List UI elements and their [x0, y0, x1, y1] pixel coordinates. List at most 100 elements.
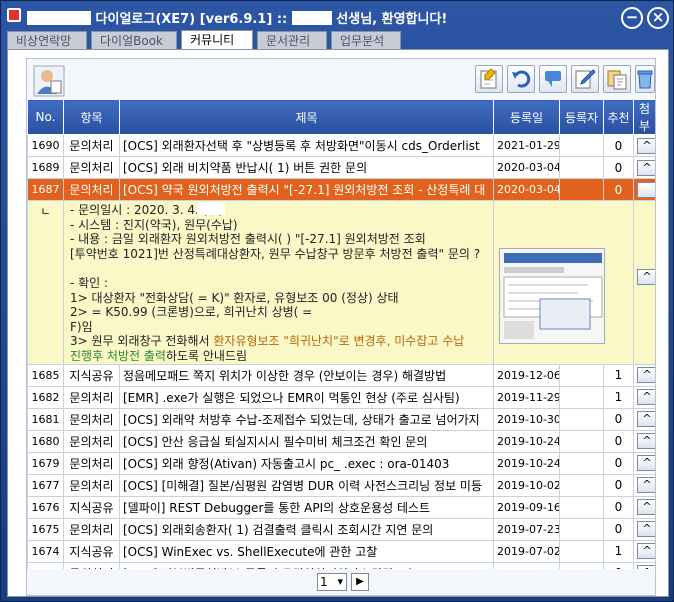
redacted-name	[27, 11, 91, 25]
minimize-button[interactable]: −	[621, 7, 643, 29]
cell-title[interactable]: [OCS] 외래 향정(Ativan) 자동출고시 pc_ .exec : or…	[119, 451, 494, 475]
cell-category: 지식공유	[63, 363, 120, 387]
table-row[interactable]: 1673문의처리[OCS] 사본발급처방( ) 등록시 구강악안면외과 ) 담당…	[27, 561, 655, 569]
cell-likes: 0	[603, 156, 634, 179]
new-post-button[interactable]	[475, 65, 503, 93]
header-title[interactable]: 제목	[119, 99, 494, 135]
tab-dialbook[interactable]: 다이얼Book	[91, 31, 177, 49]
cell-title[interactable]: [OCS] 외래약 처방후 수납-조제접수 되었는데, 상태가 출고로 넘어가지	[119, 407, 494, 431]
title-part-1: 다이얼로그(XE7) [ver6.9.1] ::	[95, 12, 288, 27]
cell-title[interactable]: [OCS] 외래 비치약품 반납시( 1) 버튼 권한 문의	[119, 156, 494, 179]
screenshot-thumbnail-icon	[500, 249, 604, 343]
cell-category: 지식공유	[63, 539, 120, 563]
board-container: No. 항목 제목 등록일 등록자 추천 첨부 1690 문의처리 [OCS] …	[26, 58, 656, 596]
cell-title[interactable]: [OCS] 외래환자선택 후 "상병등록 후 처방화면"이동시 cds_Orde…	[119, 134, 494, 157]
cell-no: 1690	[27, 134, 64, 157]
detail-highlight: 환자유형보조 "희귀난치"로 변경후, 미수잡고 수납	[213, 334, 465, 349]
cell-category: 문의처리	[63, 134, 120, 157]
cell-author	[559, 156, 604, 179]
cell-likes: 0	[603, 134, 634, 157]
table-row[interactable]: 1690 문의처리 [OCS] 외래환자선택 후 "상병등록 후 처방화면"이동…	[27, 134, 655, 157]
cell-author	[559, 451, 604, 475]
cell-no: 1685	[27, 363, 64, 387]
page-select[interactable]: 1 ▾	[317, 573, 347, 591]
cell-likes: 0	[603, 495, 634, 519]
cell-no: 1675	[27, 517, 64, 541]
header-category[interactable]: 항목	[63, 99, 120, 135]
table-row[interactable]: 1675 문의처리 [OCS] 외래회송환자( 1) 검결출력 클릭시 조회시간 지…	[27, 517, 655, 541]
detail-line: F)임	[70, 319, 93, 334]
cell-likes: 0	[603, 451, 634, 475]
undo-button[interactable]	[507, 65, 535, 93]
cell-date: 2019-10-02	[493, 473, 560, 497]
cell-date: 2019-06-19	[493, 561, 560, 569]
header-no[interactable]: No.	[27, 99, 64, 135]
tab-documents[interactable]: 문서관리	[257, 31, 327, 49]
cell-author	[559, 495, 604, 519]
cell-date: 2019-12-06	[493, 363, 560, 387]
table-row[interactable]: 1681 문의처리 [OCS] 외래약 처방후 수납-조제접수 되었는데, 상태가 …	[27, 407, 655, 431]
user-profile-icon[interactable]	[33, 65, 65, 97]
detail-line: - 시스템 : 진지(약국), 원무(수납)	[70, 217, 238, 232]
cell-author	[559, 407, 604, 431]
header-likes[interactable]: 추천	[603, 99, 634, 135]
cell-date: 2019-10-30	[493, 407, 560, 431]
copy-button[interactable]	[603, 65, 631, 93]
cell-category: 문의처리	[63, 385, 120, 409]
cell-likes: 1	[603, 363, 634, 387]
cell-likes: 0	[603, 517, 634, 541]
cell-title[interactable]: [OCS] 외래회송환자( 1) 검결출력 클릭시 조회시간 지연 문의	[119, 517, 494, 541]
detail-line: 진행후 처방전 출력하도록 안내드림	[70, 348, 248, 363]
table-row[interactable]: 1674 지식공유 [OCS] WinExec vs. ShellExecute에 …	[27, 539, 655, 563]
table-row[interactable]: 1679 문의처리 [OCS] 외래 향정(Ativan) 자동출고시 pc_ .e…	[27, 451, 655, 475]
header-date[interactable]: 등록일	[493, 99, 560, 135]
delete-icon	[637, 70, 653, 89]
cell-title[interactable]: [OCS] 사본발급처방( ) 등록시 구강악안면외과 ) 담당교수	[119, 561, 494, 569]
cell-date: 2019-07-02	[493, 539, 560, 563]
cell-category: 문의처리	[63, 407, 120, 431]
window-title: 다이얼로그(XE7) [ver6.9.1] :: 선생님, 환영합니다!	[27, 8, 447, 27]
cell-category: 문의처리	[63, 473, 120, 497]
close-button[interactable]: ×	[647, 7, 669, 29]
detail-corner-mark: ㄴ	[27, 200, 64, 365]
cell-title[interactable]: [델파이] REST Debugger를 통한 API의 상호운용성 테스트	[119, 495, 494, 519]
edit-button[interactable]	[571, 65, 599, 93]
cell-title[interactable]: [EMR] .exe가 실행은 되었으나 EMR이 먹통인 현상 (주로 심사팀…	[119, 385, 494, 409]
tab-work-analysis[interactable]: 업무분석	[331, 31, 401, 49]
cell-author	[559, 363, 604, 387]
detail-content: - 문의일시 : 2020. 3. 4. (수) - 시스템 : 진지(약국),…	[63, 200, 494, 365]
table-row[interactable]: 1680 문의처리 [OCS] 안산 응급실 퇴실지시시 필수미비 체크조건 확인 …	[27, 429, 655, 453]
attachment-thumbnail[interactable]	[499, 248, 605, 344]
title-bar: 다이얼로그(XE7) [ver6.9.1] :: 선생님, 환영합니다! − ×	[1, 1, 673, 33]
cell-date: 2019-11-29	[493, 385, 560, 409]
table-row[interactable]: 1689 문의처리 [OCS] 외래 비치약품 반납시( 1) 버튼 권한 문의…	[27, 156, 655, 179]
table-row[interactable]: 1685 지식공유 정음메모패드 쪽지 위치가 이상한 경우 (안보이는 경우) 해…	[27, 363, 655, 387]
header-author[interactable]: 등록자	[559, 99, 604, 135]
table-row[interactable]: 1676 지식공유 [델파이] REST Debugger를 통한 API의 상호운…	[27, 495, 655, 519]
table-row[interactable]: 1682 문의처리 [EMR] .exe가 실행은 되었으나 EMR이 먹통인 현상…	[27, 385, 655, 409]
cell-no: 1676	[27, 495, 64, 519]
tab-community[interactable]: 커뮤니티	[181, 30, 253, 50]
page-number: 1	[320, 575, 328, 589]
cell-date: 2019-10-24	[493, 429, 560, 453]
new-post-icon	[480, 68, 497, 89]
cell-no: 1689	[27, 156, 64, 179]
app-window: 다이얼로그(XE7) [ver6.9.1] :: 선생님, 환영합니다! − ×…	[0, 0, 674, 602]
reply-button[interactable]	[539, 65, 567, 93]
cell-title[interactable]: [OCS] 약국 원외처방전 출력시 "[-27.1] 원외처방전 조회 - 산…	[119, 178, 494, 201]
cell-likes: 1	[603, 385, 634, 409]
table-row-selected[interactable]: 1687 문의처리 [OCS] 약국 원외처방전 출력시 "[-27.1] 원외…	[27, 178, 655, 201]
app-icon	[7, 8, 21, 22]
delete-button[interactable]	[635, 65, 655, 93]
vertical-scrollbar[interactable]	[639, 121, 655, 569]
next-page-button[interactable]: ▶	[351, 573, 369, 591]
tab-emergency-contacts[interactable]: 비상연락망	[7, 31, 87, 49]
title-part-2: 선생님, 환영합니다!	[336, 12, 448, 27]
table-row[interactable]: 1677 문의처리 [OCS] [미해결] 질본/심평원 감염병 DUR 이력 사전…	[27, 473, 655, 497]
cell-title[interactable]: [OCS] [미해결] 질본/심평원 감염병 DUR 이력 사전스크리닝 정보 …	[119, 473, 494, 497]
detail-line: - 문의일시 : 2020. 3. 4. (수)	[70, 203, 226, 217]
cell-author	[559, 178, 604, 201]
cell-title[interactable]: [OCS] 안산 응급실 퇴실지시시 필수미비 체크조건 확인 문의	[119, 429, 494, 453]
cell-title[interactable]: 정음메모패드 쪽지 위치가 이상한 경우 (안보이는 경우) 해결방법	[119, 363, 494, 387]
cell-title[interactable]: [OCS] WinExec vs. ShellExecute에 관한 고찰	[119, 539, 494, 563]
